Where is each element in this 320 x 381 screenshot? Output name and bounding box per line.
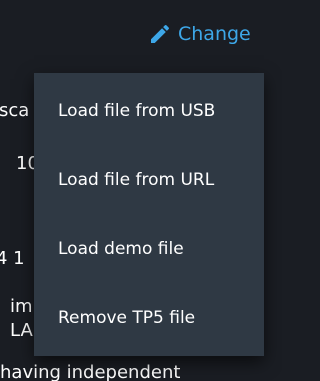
background-text: LA (10, 320, 33, 341)
background-text: 10 (16, 153, 34, 174)
background-text: 4 1 (0, 248, 25, 269)
pencil-icon (148, 22, 172, 46)
background-text: sca (0, 100, 30, 121)
menu-item-label: Load file from URL (58, 170, 215, 191)
menu-item-load-url[interactable]: Load file from URL (34, 149, 264, 211)
background-content: sca 10 4 1 im LA (0, 80, 34, 381)
change-button[interactable]: Change (148, 22, 251, 46)
menu-item-load-demo[interactable]: Load demo file (34, 218, 264, 280)
menu-item-label: Remove TP5 file (58, 307, 196, 328)
change-label: Change (178, 23, 251, 45)
menu-item-label: Load demo file (58, 238, 184, 259)
app-screen: Change sca 10 4 1 im LA having independe… (0, 0, 282, 381)
background-text: im (10, 296, 33, 317)
menu-item-load-usb[interactable]: Load file from USB (34, 80, 264, 142)
background-text: having independent (0, 362, 181, 381)
menu-item-remove-file[interactable]: Remove TP5 file (34, 287, 264, 349)
menu-item-label: Load file from USB (58, 101, 216, 122)
file-options-menu: Load file from USB Load file from URL Lo… (34, 73, 264, 356)
